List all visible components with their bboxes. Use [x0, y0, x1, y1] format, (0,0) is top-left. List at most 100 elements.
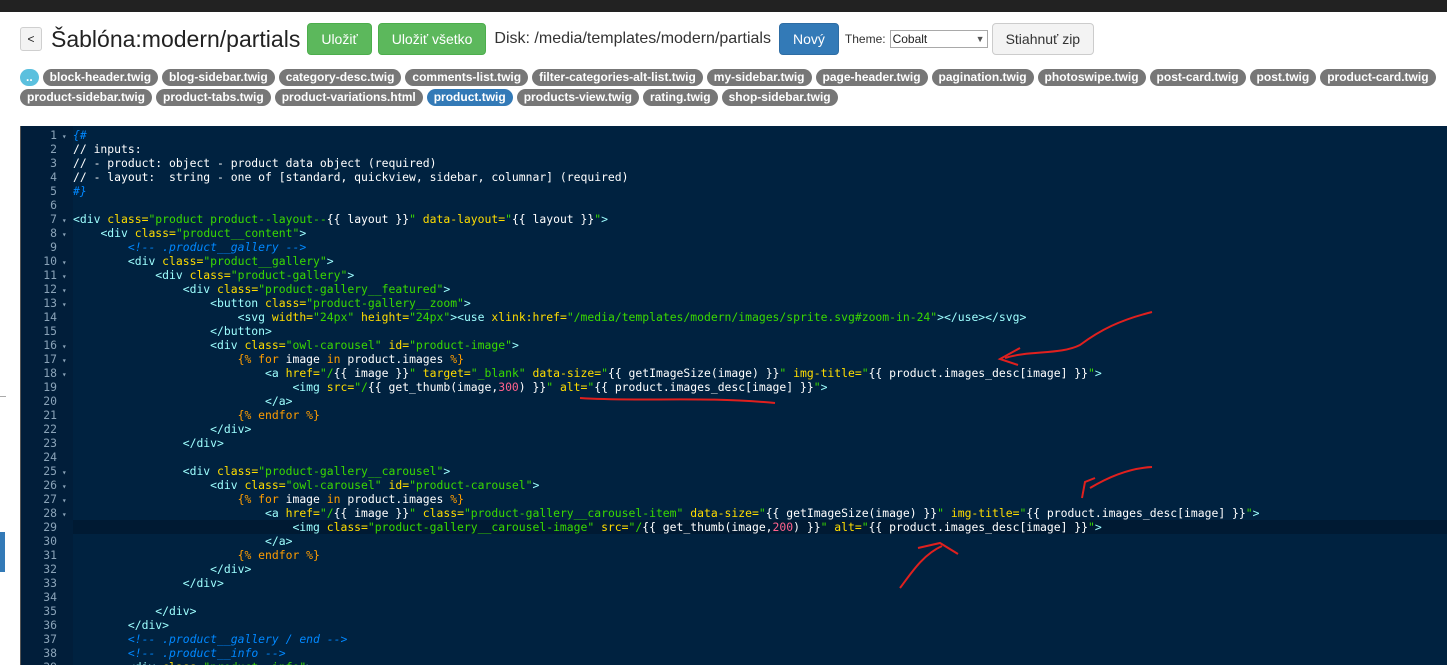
theme-select[interactable]: Cobalt ▼: [889, 30, 988, 48]
code-token: data-size=: [525, 366, 602, 380]
file-chip[interactable]: category-desc.twig: [278, 68, 402, 86]
file-chip[interactable]: shop-sidebar.twig: [721, 88, 838, 106]
code-token: src=: [326, 380, 355, 394]
file-chip[interactable]: comments-list.twig: [405, 68, 529, 86]
file-chip[interactable]: photoswipe.twig: [1037, 68, 1146, 86]
code-text: </div>: [73, 604, 196, 618]
line-number: 25: [43, 464, 57, 478]
file-chip[interactable]: product-sidebar.twig: [20, 88, 153, 106]
back-button[interactable]: <: [20, 27, 42, 51]
code-token: "product-gallery__featured": [258, 282, 444, 296]
file-chip[interactable]: rating.twig: [642, 88, 718, 106]
code-line[interactable]: 9 <!-- .product__gallery -->: [21, 240, 306, 254]
code-line[interactable]: 4 // - layout: string - one of [standard,…: [21, 170, 628, 184]
save-button[interactable]: Uložiť: [307, 23, 372, 55]
file-chip[interactable]: pagination.twig: [931, 68, 1034, 86]
file-chip[interactable]: blog-sidebar.twig: [162, 68, 275, 86]
code-line[interactable]: 13 ▾ <button class="product-gallery__zoo…: [21, 296, 471, 310]
code-token: <div: [210, 478, 245, 492]
code-token: {{ get_thumb(image,: [367, 380, 499, 394]
code-token: >: [463, 296, 471, 310]
side-scroll-handle[interactable]: [0, 532, 5, 572]
file-chip[interactable]: my-sidebar.twig: [706, 68, 812, 86]
code-line[interactable]: 16 ▾ <div class="owl-carousel" id="produ…: [21, 338, 519, 352]
code-line[interactable]: 1 ▾ {#: [21, 128, 87, 142]
code-line[interactable]: 20 </a>: [21, 394, 292, 408]
code-text: {% for image in product.images %}: [73, 492, 464, 506]
code-token: <div: [127, 254, 163, 268]
code-token: %}: [450, 352, 464, 366]
file-chip[interactable]: products-view.twig: [516, 88, 639, 106]
file-chip[interactable]: post.twig: [1249, 68, 1317, 86]
code-token: data-size=: [683, 506, 759, 520]
code-line[interactable]: 8 ▾ <div class="product__content">: [21, 226, 306, 240]
download-zip-button[interactable]: Stiahnuť zip: [991, 23, 1095, 55]
code-line[interactable]: 26 ▾ <div class="owl-carousel" id="produ…: [21, 478, 539, 492]
code-token: {#: [73, 128, 87, 142]
code-line[interactable]: 3 // - product: object - product data obj…: [21, 156, 436, 170]
line-number: 11: [43, 268, 57, 282]
code-line[interactable]: 39 ▾ <div class="product__info">: [21, 660, 313, 665]
code-line[interactable]: 19 <img src="/{{ get_thumb(image,300) }}…: [21, 380, 827, 394]
code-token: {{ product.images_desc[image] }}: [594, 380, 814, 394]
file-chip[interactable]: page-header.twig: [815, 68, 928, 86]
code-line[interactable]: 18 ▾ <a href="/{{ image }}" target="_bla…: [21, 366, 1101, 380]
code-text: <img src="/{{ get_thumb(image,300) }} " a…: [73, 380, 827, 394]
code-line[interactable]: 12 ▾ <div class="product-gallery__featur…: [21, 282, 450, 296]
code-line[interactable]: 34: [21, 590, 67, 604]
file-chip[interactable]: block-header.twig: [42, 68, 159, 86]
code-token: >: [532, 478, 540, 492]
code-line[interactable]: 23 </div>: [21, 436, 224, 450]
code-token: "/: [628, 520, 643, 534]
code-editor[interactable]: 1 ▾ {# 2 // inputs: 3 // - product: object - …: [20, 126, 1447, 665]
file-chip[interactable]: post-card.twig: [1149, 68, 1246, 86]
code-line[interactable]: 29 <img class="product-gallery__carousel…: [21, 520, 1101, 534]
file-chip[interactable]: product-tabs.twig: [156, 88, 271, 106]
code-line[interactable]: 10 ▾ <div class="product__gallery">: [21, 254, 333, 268]
code-token: target=: [415, 366, 471, 380]
code-line[interactable]: 7 ▾ <div class="product product--layout--…: [21, 212, 608, 226]
code-line[interactable]: 22 </div>: [21, 422, 251, 436]
code-line[interactable]: 38 <!-- .product__info -->: [21, 646, 285, 660]
code-line[interactable]: 5 #}: [21, 184, 87, 198]
code-token: "product-gallery__carousel-item": [463, 506, 684, 520]
code-line[interactable]: 17 ▾ {% for image in product.images %}: [21, 352, 464, 366]
file-chip[interactable]: product.twig: [426, 88, 513, 106]
code-line[interactable]: 30 </a>: [21, 534, 292, 548]
code-line[interactable]: 28 ▾ <a href="/{{ image }}" class="produ…: [21, 506, 1259, 520]
code-token: ": [409, 506, 416, 520]
code-line[interactable]: 33 </div>: [21, 576, 224, 590]
code-token: ": [861, 520, 869, 534]
code-line[interactable]: 37 <!-- .product__gallery / end -->: [21, 632, 347, 646]
parent-folder-chip[interactable]: ..: [20, 68, 39, 86]
new-button[interactable]: Nový: [778, 23, 839, 55]
code-line[interactable]: 27 ▾ {% for image in product.images %}: [21, 492, 464, 506]
file-chip[interactable]: product-variations.html: [274, 88, 423, 106]
file-chip[interactable]: filter-categories-alt-list.twig: [532, 68, 703, 86]
code-line[interactable]: 35 </div>: [21, 604, 196, 618]
save-all-button[interactable]: Uložiť všetko: [377, 23, 487, 55]
code-line[interactable]: 25 ▾ <div class="product-gallery__carous…: [21, 464, 450, 478]
code-line[interactable]: 6: [21, 198, 67, 212]
code-line[interactable]: 15 </button>: [21, 324, 272, 338]
code-token: "product__info": [203, 660, 306, 665]
code-token: <a: [265, 366, 286, 380]
code-token: >: [820, 380, 828, 394]
code-token: data-layout=: [415, 212, 506, 226]
code-line[interactable]: 14 <svg width="24px" height="24px"><use …: [21, 310, 1026, 324]
code-line[interactable]: 32 </div>: [21, 562, 251, 576]
file-chip[interactable]: product-card.twig: [1320, 68, 1436, 86]
code-line[interactable]: 36 </div>: [21, 618, 169, 632]
code-token: href=: [285, 366, 320, 380]
code-line[interactable]: 31 {% endfor %}: [21, 548, 320, 562]
code-line[interactable]: 21 {% endfor %}: [21, 408, 320, 422]
code-token: "product__gallery": [203, 254, 327, 268]
code-line[interactable]: 11 ▾ <div class="product-gallery">: [21, 268, 354, 282]
code-line[interactable]: 24: [21, 450, 67, 464]
code-line[interactable]: 2 // inputs:: [21, 142, 141, 156]
code-token: class=: [217, 282, 259, 296]
